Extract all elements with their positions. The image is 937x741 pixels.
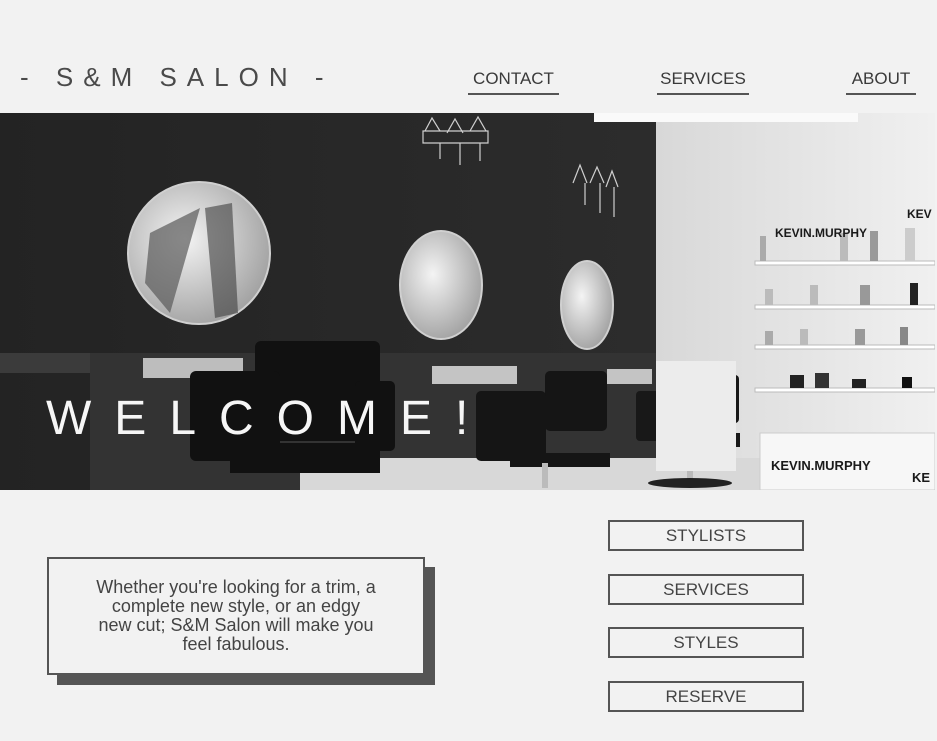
nav-about-link[interactable]: ABOUT (846, 68, 916, 95)
welcome-heading: WELCOME! (46, 392, 492, 445)
shelf-brand-1: KEVIN.MURPHY (775, 226, 867, 240)
nav-services-link[interactable]: SERVICES (657, 68, 749, 95)
nav-contact-link[interactable]: CONTACT (468, 68, 559, 95)
stylists-button[interactable]: STYLISTS (608, 520, 804, 551)
salon-logo-title: - S&M SALON - (20, 62, 334, 92)
shelf-brand-4: KE (912, 470, 930, 485)
shelf-brand-2: KEVIN.MURPHY (771, 458, 871, 473)
promo-text: Whether you're looking for a trim, a com… (96, 577, 376, 654)
mirror-3 (560, 260, 614, 350)
shelf-brand-3: KEV (907, 207, 932, 221)
reserve-button[interactable]: RESERVE (608, 681, 804, 712)
promo-card: Whether you're looking for a trim, a com… (47, 557, 425, 675)
mirror-2 (399, 230, 483, 340)
hero-banner: KEVIN.MURPHY KEV KEVIN.MURPHY KE WELCOME… (0, 113, 935, 490)
styles-button[interactable]: STYLES (608, 627, 804, 658)
services-button[interactable]: SERVICES (608, 574, 804, 605)
ceiling-light (594, 113, 858, 122)
